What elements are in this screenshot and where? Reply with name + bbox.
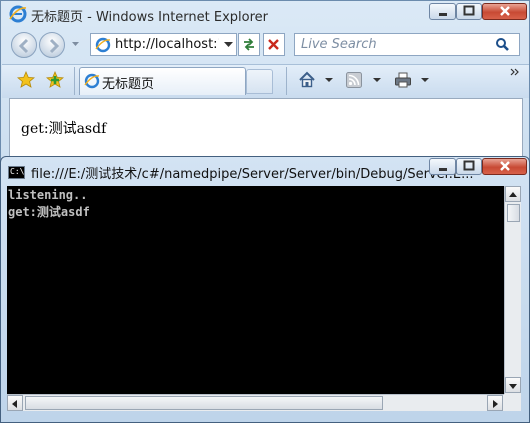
console-icon: C:\ — [8, 166, 25, 179]
search-input[interactable]: Live Search — [301, 37, 377, 52]
console-icon-label: C:\ — [10, 167, 25, 176]
scroll-up-button[interactable] — [505, 186, 521, 202]
forward-button[interactable] — [39, 32, 65, 58]
print-dropdown-icon[interactable] — [421, 78, 429, 83]
stop-button[interactable] — [263, 33, 285, 56]
search-icon[interactable] — [495, 37, 511, 53]
console-line: listening.. — [8, 188, 88, 202]
console-window: C:\ file:///E:/测试技术/c#/namedpipe/Server/… — [0, 156, 530, 423]
search-box[interactable]: Live Search — [294, 33, 520, 56]
vertical-scroll-thumb[interactable] — [507, 204, 520, 222]
refresh-button[interactable] — [238, 33, 260, 56]
page-content: get:测试asdf — [9, 98, 523, 158]
back-icon — [18, 38, 29, 54]
console-minimize-button[interactable] — [429, 158, 456, 175]
arrow-left-icon — [12, 400, 17, 408]
tab-page-icon — [84, 73, 100, 89]
console-title: file:///E:/测试技术/c#/namedpipe/Server/Serv… — [31, 167, 474, 182]
refresh-icon — [244, 38, 254, 51]
rss-feed-icon[interactable] — [346, 72, 362, 88]
recent-pages-dropdown[interactable] — [71, 41, 80, 47]
scroll-corner — [504, 394, 521, 411]
vertical-scrollbar[interactable] — [504, 186, 521, 394]
scroll-left-button[interactable] — [7, 395, 23, 411]
horizontal-scroll-thumb[interactable] — [25, 396, 383, 410]
forward-icon — [49, 38, 60, 54]
console-maximize-button[interactable] — [456, 158, 482, 175]
tab-active[interactable]: 无标题页 — [79, 67, 246, 95]
chevron-more-icon[interactable] — [510, 68, 520, 77]
ie-logo-icon — [9, 5, 27, 23]
console-close-button[interactable] — [482, 158, 527, 175]
print-icon[interactable] — [394, 71, 412, 89]
window-title: 无标题页 - Windows Internet Explorer — [31, 10, 268, 25]
scroll-down-button[interactable] — [505, 377, 521, 393]
page-icon — [95, 37, 111, 53]
feed-dropdown-icon[interactable] — [373, 78, 381, 83]
back-button[interactable] — [11, 32, 37, 58]
home-dropdown-icon[interactable] — [325, 78, 333, 83]
favorites-star-icon[interactable] — [17, 71, 35, 89]
scroll-right-button[interactable] — [487, 395, 503, 411]
minimize-button[interactable] — [429, 3, 456, 20]
divider — [286, 67, 287, 95]
new-tab-button[interactable] — [246, 69, 273, 94]
tab-label: 无标题页 — [102, 77, 155, 92]
stop-icon — [268, 39, 279, 50]
page-text: get:测试asdf — [21, 121, 107, 137]
close-button[interactable] — [482, 3, 527, 20]
arrow-right-icon — [493, 400, 498, 408]
horizontal-scrollbar[interactable] — [7, 394, 504, 411]
console-output[interactable]: listening.. get:测试asdf — [7, 186, 504, 394]
console-line: get:测试asdf — [8, 205, 90, 219]
arrow-down-icon — [509, 384, 517, 389]
address-dropdown-icon[interactable] — [224, 42, 233, 48]
address-url[interactable]: http://localhost:16 — [115, 37, 219, 52]
add-favorite-icon[interactable] — [46, 71, 64, 89]
address-bar[interactable]: http://localhost:16 — [90, 33, 237, 56]
arrow-up-icon — [509, 192, 517, 197]
home-icon[interactable] — [298, 71, 316, 89]
maximize-button[interactable] — [456, 3, 482, 20]
divider — [74, 67, 75, 95]
